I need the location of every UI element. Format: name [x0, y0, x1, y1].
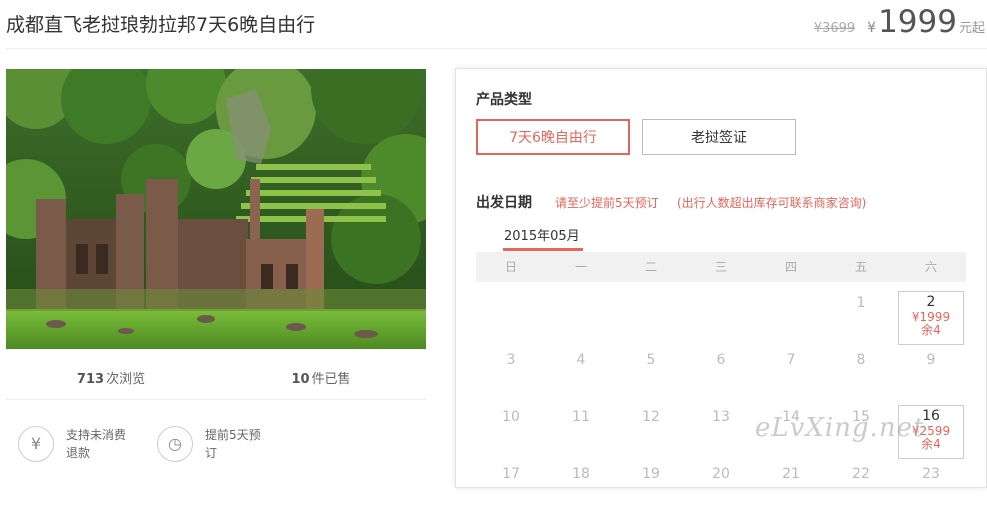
day-number: 6 — [716, 352, 726, 368]
calendar-day: 11 — [546, 396, 616, 453]
calendar-day — [756, 282, 826, 339]
calendar-day: 17 — [476, 453, 546, 510]
yuan-icon: ¥ — [18, 426, 54, 462]
original-price: ¥3699 — [813, 21, 856, 36]
day-number: 11 — [572, 409, 590, 425]
sold-stat: 10 件已售 — [216, 368, 426, 387]
stock-contact-hint: (出行人数超出库存可联系商家咨询) — [677, 196, 867, 210]
product-title: 成都直飞老挝琅勃拉邦7天6晚自由行 — [6, 14, 316, 36]
product-photo[interactable] — [6, 69, 426, 349]
watermark: eLvXing.net — [755, 413, 925, 443]
calendar-day: 19 — [616, 453, 686, 510]
weekday-tue: 二 — [644, 260, 657, 274]
day-number: 10 — [502, 409, 520, 425]
day-number: 7 — [786, 352, 796, 368]
calendar-day: 7 — [756, 339, 826, 396]
day-number: 18 — [572, 466, 590, 482]
sold-count: 10 — [291, 372, 310, 387]
calendar-day: 22 — [826, 453, 896, 510]
day-number: 3 — [506, 352, 516, 368]
calendar-day: 23 — [896, 453, 966, 510]
day-number: 21 — [782, 466, 800, 482]
views-stat: 713 次浏览 — [6, 368, 216, 387]
calendar-week: 17 18 19 20 21 22 23 — [476, 453, 966, 510]
calendar-day: 5 — [616, 339, 686, 396]
calendar-day: 1 — [826, 282, 896, 339]
day-number: 22 — [852, 466, 870, 482]
calendar-day — [546, 282, 616, 339]
calendar-day: 18 — [546, 453, 616, 510]
day-number: 17 — [502, 466, 520, 482]
weekday-sun: 日 — [504, 260, 517, 274]
day-number: 5 — [646, 352, 656, 368]
calendar-day: 8 — [826, 339, 896, 396]
day-number: 19 — [642, 466, 660, 482]
option-7days-freetour[interactable]: 7天6晚自由行 — [476, 119, 630, 155]
clock-icon: ◷ — [157, 426, 193, 462]
calendar-week: 3 4 5 6 7 8 9 — [476, 339, 966, 396]
day-number: 8 — [856, 352, 866, 368]
day-number: 4 — [576, 352, 586, 368]
calendar-day: 21 — [756, 453, 826, 510]
month-tab-underline — [503, 248, 583, 251]
stats-divider — [6, 399, 426, 400]
currency-symbol: ¥ — [867, 20, 877, 36]
weekday-mon: 一 — [574, 260, 587, 274]
calendar-grid: 1 2 ¥1999 余4 3 4 5 6 7 8 9 10 11 12 13 1… — [476, 282, 966, 510]
day-number: 12 — [642, 409, 660, 425]
day-number: 2 — [926, 294, 936, 310]
feature-refund: ¥ 支持未消费 退款 — [18, 426, 126, 462]
weekday-thu: 四 — [784, 260, 797, 274]
weekday-wed: 三 — [714, 260, 727, 274]
option-laos-visa[interactable]: 老挝签证 — [642, 119, 796, 155]
calendar-day: 10 — [476, 396, 546, 453]
calendar-day: 20 — [686, 453, 756, 510]
views-count: 713 — [76, 372, 105, 387]
weekday-sat: 六 — [924, 260, 937, 274]
calendar-day: 6 — [686, 339, 756, 396]
calendar-day-available[interactable]: 2 ¥1999 余4 — [896, 282, 966, 345]
calendar-weekday-header: 日 一 二 三 四 五 六 — [476, 252, 966, 282]
current-price: 1999 — [878, 4, 957, 40]
calendar-week: 1 2 ¥1999 余4 — [476, 282, 966, 345]
day-number: 13 — [712, 409, 730, 425]
calendar-day: 9 — [896, 339, 966, 396]
calendar-day: 3 — [476, 339, 546, 396]
month-tab[interactable]: 2015年05月 — [504, 225, 580, 244]
views-label: 次浏览 — [106, 372, 146, 387]
calendar-day: 12 — [616, 396, 686, 453]
temple-ruins-image — [6, 69, 426, 349]
advance-booking-hint: 请至少提前5天预订 — [555, 196, 659, 210]
header-divider — [6, 48, 987, 49]
product-type-label: 产品类型 — [476, 92, 532, 108]
day-number: 1 — [856, 295, 866, 311]
departure-date-label: 出发日期 — [476, 195, 532, 211]
day-number: 9 — [926, 352, 936, 368]
day-stock: 余4 — [921, 323, 941, 337]
stats-bar: 713 次浏览 10 件已售 — [6, 368, 426, 387]
feature-advance-text: 提前5天预 订 — [205, 428, 261, 460]
weekday-fri: 五 — [854, 260, 867, 274]
day-number: 23 — [922, 466, 940, 482]
calendar-day — [686, 282, 756, 339]
day-number: 20 — [712, 466, 730, 482]
price-suffix: 元起 — [958, 21, 985, 36]
calendar-day: 13 — [686, 396, 756, 453]
calendar-day — [476, 282, 546, 339]
calendar-day — [616, 282, 686, 339]
calendar-day: 4 — [546, 339, 616, 396]
price-area: ¥3699 ¥ 1999 元起 — [814, 4, 985, 40]
sold-label: 件已售 — [311, 372, 351, 387]
feature-advance-booking: ◷ 提前5天预 订 — [157, 426, 261, 462]
feature-refund-text: 支持未消费 退款 — [66, 428, 127, 460]
